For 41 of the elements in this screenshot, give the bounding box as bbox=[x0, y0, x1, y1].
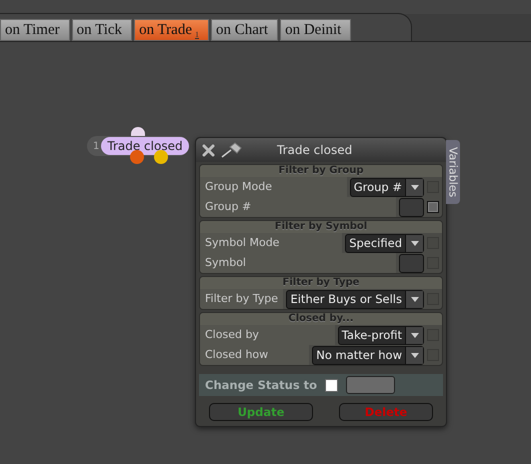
event-tab[interactable]: on Deinit bbox=[280, 19, 352, 41]
count-label: 1 bbox=[195, 30, 199, 38]
section-title: Filter by Symbol bbox=[200, 221, 442, 233]
connector-dot[interactable] bbox=[130, 150, 144, 164]
close-icon[interactable] bbox=[202, 144, 215, 156]
trade-node[interactable]: 1 Trade closed bbox=[87, 136, 189, 156]
node-label: Trade closed bbox=[101, 137, 189, 155]
caret-icon bbox=[410, 332, 418, 338]
field-label: Filter by Type bbox=[200, 289, 284, 309]
connector-dot[interactable] bbox=[154, 150, 168, 164]
field-label: Closed how bbox=[200, 345, 310, 365]
status-label: Change Status to bbox=[205, 378, 318, 392]
panel-title: Trade closed bbox=[277, 143, 352, 157]
event-tab[interactable]: on Chart bbox=[211, 19, 278, 41]
node-number: 1 bbox=[93, 140, 100, 152]
caret-icon bbox=[410, 352, 418, 358]
event-tab[interactable]: on Tick bbox=[72, 19, 132, 41]
dropdown[interactable]: Specified bbox=[345, 234, 424, 252]
input-field[interactable] bbox=[399, 254, 424, 272]
caret-icon bbox=[410, 296, 418, 302]
field-label: Closed by bbox=[200, 325, 335, 345]
event-tab[interactable]: on Timer bbox=[0, 19, 70, 41]
status-field[interactable] bbox=[346, 376, 396, 394]
field-label: Symbol bbox=[200, 253, 396, 273]
caret-icon bbox=[410, 184, 418, 190]
dropdown[interactable]: Group # bbox=[350, 178, 424, 196]
input-field[interactable] bbox=[399, 198, 424, 216]
field-label: Symbol Mode bbox=[200, 233, 342, 253]
section-title: Filter by Type bbox=[200, 277, 442, 289]
pin-icon[interactable] bbox=[221, 142, 243, 158]
section-title: Filter by Group bbox=[200, 165, 442, 177]
dropdown[interactable]: Either Buys or Sells bbox=[286, 290, 424, 308]
caret-icon bbox=[410, 240, 418, 246]
dropdown[interactable]: No matter how bbox=[312, 346, 424, 364]
checkbox[interactable] bbox=[427, 201, 439, 213]
checkbox[interactable] bbox=[325, 378, 338, 392]
field-label: Group # bbox=[200, 197, 396, 217]
field-label: Group Mode bbox=[200, 177, 347, 197]
dropdown[interactable]: Take-profit bbox=[338, 326, 424, 344]
section-title: Closed by... bbox=[200, 313, 442, 325]
variables-tab[interactable]: Variables bbox=[446, 140, 460, 204]
